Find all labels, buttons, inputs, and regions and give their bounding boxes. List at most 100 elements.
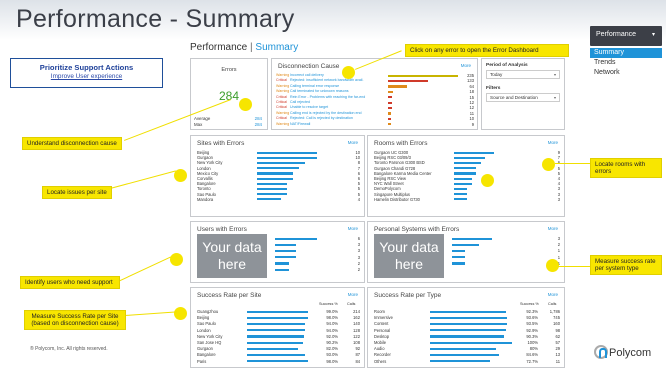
rooms-errors-list: Gurgaon UC G300 9 Beijing RSC 03/09/3 7 Toro… <box>374 150 560 202</box>
success-col-header: Success % <box>319 302 338 306</box>
users_errors-value: 6 <box>357 236 360 241</box>
performance-dropdown-label: Performance <box>596 31 637 38</box>
success_type-percent: 80% <box>529 346 538 352</box>
sites-errors-title: Sites with Errors <box>197 140 245 147</box>
disconnection-bar <box>388 117 391 120</box>
room-row[interactable]: Hamelin Distributor G730 3 <box>374 197 560 202</box>
site-row-value: 4 <box>357 196 360 202</box>
success_site-calls: 214 <box>353 309 360 314</box>
personal_systems-value: 2 <box>557 242 560 248</box>
callout-dot <box>170 253 183 266</box>
improve-experience-link[interactable]: Improve User experience <box>11 73 162 80</box>
section-heading: Performance | Summary <box>190 42 298 53</box>
callout-users: Identify users who need support <box>20 276 120 289</box>
success_type-label: Recorder <box>374 352 391 358</box>
success_site-bar <box>247 329 306 332</box>
success_type-calls: 13 <box>555 352 560 358</box>
copyright-text: ® Polycom, Inc. All rights reserved. <box>30 346 108 352</box>
errors-card[interactable]: Errors 284 Average 284 Max 284 <box>190 58 268 130</box>
polycom-logo: Polycom <box>594 345 651 359</box>
filters-select[interactable]: Source and Destination ▾ <box>486 93 560 102</box>
success_site-row[interactable]: Paris 98.0% 84 <box>197 359 360 365</box>
disconnection-bar <box>388 106 392 110</box>
disconnection-card[interactable]: Disconnection Cause More Warning Incorrec… <box>271 58 478 130</box>
disconnection-row[interactable]: Warning NAT/Firewall 9 <box>276 122 474 127</box>
personal_systems-value: 1 <box>557 248 560 254</box>
rooms-errors-more-link[interactable]: More <box>548 140 558 145</box>
personal-systems-card[interactable]: Personal Systems with Errors More Your d… <box>367 221 565 283</box>
success_site-bar <box>247 316 308 319</box>
success_site-bar <box>247 322 306 326</box>
personal_systems-value: 3 <box>557 236 560 241</box>
success_type-row[interactable]: Others 72.7% 11 <box>374 359 560 365</box>
success_site-percent: 94.0% <box>326 327 338 333</box>
success_site-calls: 87 <box>355 352 360 358</box>
users_errors-row[interactable]: 2 <box>273 267 360 273</box>
average-label: Average <box>194 116 211 121</box>
site-row-bar <box>257 193 287 196</box>
success_type-percent: 100% <box>527 339 538 345</box>
success-type-more-link[interactable]: More <box>548 292 558 297</box>
period-select-value: Today <box>490 72 503 77</box>
errors-title: Errors <box>221 67 237 73</box>
users_errors-value: 2 <box>357 266 360 272</box>
personal-systems-more-link[interactable]: More <box>548 226 558 231</box>
success_type-percent: 92.9% <box>526 327 538 333</box>
callout-measure-type: Measure success rate per system type <box>590 255 662 275</box>
site-row[interactable]: Mandora 4 <box>197 197 360 202</box>
users-errors-card[interactable]: Users with Errors More Your data here 63… <box>190 221 365 283</box>
placeholder-line-2: here <box>394 256 424 272</box>
personal_systems-bar <box>452 243 479 246</box>
callout-line <box>558 266 590 267</box>
site-row-bar <box>257 151 317 154</box>
success_type-label: Immersive <box>374 315 393 321</box>
rooms-errors-card[interactable]: Rooms with Errors More Gurgaon UC G300 9 B… <box>367 135 565 217</box>
success_type-label: Others <box>374 358 387 364</box>
users_errors-bar <box>275 262 289 265</box>
users_errors-value: 3 <box>357 254 360 260</box>
callout-dot <box>342 66 355 79</box>
heading-sub: Summary <box>255 42 299 53</box>
sites-errors-more-link[interactable]: More <box>348 140 358 145</box>
sites-errors-card[interactable]: Sites with Errors More Beijing 10 Gurgaon 1… <box>190 135 365 217</box>
callout-measure-site: Measure Success Rate per Site (based on … <box>24 310 126 330</box>
period-card: Period of Analysis Today ▾ Filters Sourc… <box>481 58 565 130</box>
success_type-bar <box>430 347 496 350</box>
room-row-bar <box>454 182 472 185</box>
calls-col-header: Calls <box>347 302 356 306</box>
disconnection-more-link[interactable]: More <box>461 63 471 68</box>
severity-badge: Warning <box>276 121 290 126</box>
users-errors-more-link[interactable]: More <box>348 226 358 231</box>
users_errors-bar <box>275 237 317 240</box>
users_errors-bar <box>275 243 296 246</box>
sites-errors-list: Beijing 10 Gurgaon 10 New York City 8 London 7 M… <box>197 150 360 202</box>
nav-item-summary[interactable]: Summary <box>590 48 662 58</box>
success-site-more-link[interactable]: More <box>348 292 358 297</box>
users_errors-bar <box>275 268 289 271</box>
success_site-calls: 108 <box>353 339 360 345</box>
chevron-down-icon: ▾ <box>553 95 556 100</box>
success_type-bar <box>430 316 507 319</box>
room-row-bar <box>454 156 486 159</box>
success-site-card[interactable]: Success Rate per Site More Success % Cal… <box>190 287 365 368</box>
priority-title: Prioritize Support Actions <box>39 63 134 72</box>
room-row-bar <box>454 151 494 154</box>
success_type-percent: 72.7% <box>526 358 538 364</box>
nav-item-trends[interactable]: Trends <box>590 58 662 68</box>
polycom-logo-mark <box>594 345 608 359</box>
placeholder-line-1: Your data <box>379 239 439 255</box>
performance-dropdown[interactable]: Performance ▾ <box>590 26 662 46</box>
success-type-card[interactable]: Success Rate per Type More Success % Cal… <box>367 287 565 368</box>
success_site-calls: 140 <box>353 321 360 327</box>
personal_systems-row[interactable]: 1 <box>450 261 560 267</box>
success_site-bar <box>247 335 305 338</box>
success_type-calls: 1,786 <box>549 309 560 314</box>
period-select[interactable]: Today ▾ <box>486 70 560 79</box>
filters-select-value: Source and Destination <box>490 95 538 100</box>
success_site-label: Paris <box>197 358 207 364</box>
nav-item-network[interactable]: Network <box>590 68 662 78</box>
success_type-percent: 93.6% <box>526 315 538 321</box>
callout-line <box>125 311 177 316</box>
success_type-label: Mobile <box>374 339 387 345</box>
success_type-label: Audio <box>374 346 385 352</box>
